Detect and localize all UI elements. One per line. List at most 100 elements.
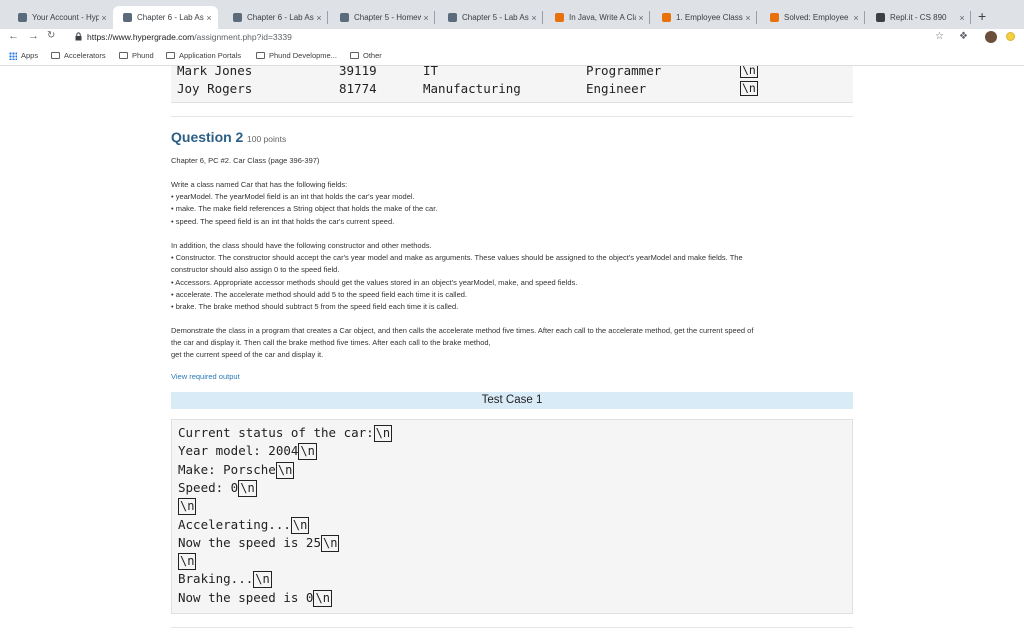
tab-title: In Java, Write A Cla [569,13,636,22]
newline-marker: \n [740,66,758,78]
bookmark-phund-developme[interactable]: Phund Developme... [256,51,337,60]
employee-department: IT [423,66,439,78]
browser-tab[interactable]: Solved: Employee C × [760,6,865,29]
address-bar[interactable]: https://www.hypergrade.com/assignment.ph… [87,32,292,42]
bookmark-other[interactable]: Other [350,51,382,60]
paragraph-line: • Accessors. Appropriate accessor method… [171,277,578,287]
browser-tab[interactable]: Chapter 6 - Lab As × [113,6,218,29]
output-line: Now the speed is 0 \n [178,589,332,607]
output-text: Current status of the car: [178,425,374,440]
tab-close-icon[interactable]: × [743,13,753,23]
bookmark-label: Phund Developme... [269,51,337,60]
tab-favicon-icon [876,13,885,22]
view-required-output-link[interactable]: View required output [171,372,240,381]
tab-close-icon[interactable]: × [851,13,861,23]
extension-badge-icon[interactable] [1006,32,1015,41]
browser-tab[interactable]: In Java, Write A Cla × [545,6,650,29]
tab-favicon-icon [123,13,132,22]
output-line: \n [178,498,197,516]
paragraph-line: • make. The make field references a Stri… [171,204,438,214]
tab-separator [542,11,543,24]
page-content: Mark Jones 39119 IT Programmer \n Joy Ro… [0,66,1024,640]
output-text: Braking... [178,571,254,587]
paragraph-line: constructor should also assign 0 to the … [171,265,340,275]
browser-tab[interactable]: Chapter 5 - Homew × [330,6,435,29]
tab-close-icon[interactable]: × [529,13,539,23]
url-host: https://www.hypergrade.com [87,32,195,42]
question-paragraph: In addition, the class should have the f… [171,240,853,313]
question-title: Question 2 [171,129,244,145]
tab-close-icon[interactable]: × [421,13,431,23]
paragraph-line: • yearModel. The yearModel field is an i… [171,192,415,202]
tab-close-icon[interactable]: × [957,13,967,23]
bookmark-phund[interactable]: Phund [119,51,154,60]
newline-marker: \n [178,553,197,571]
newline-marker: \n [740,81,758,96]
paragraph-line: get the current speed of the car and dis… [171,350,324,360]
lock-icon [75,32,82,41]
question-paragraph: Demonstrate the class in a program that … [171,325,853,362]
paragraph-line: In addition, the class should have the f… [171,241,432,250]
browser-tab[interactable]: 1. Employee Class \ × [652,6,757,29]
tab-title: Repl.it - CS 890 [890,13,947,22]
forward-icon[interactable]: → [28,30,39,42]
employee-position: Programmer [586,66,662,78]
output-text: Speed: 0 [178,479,239,495]
newline-marker: \n [313,589,332,607]
extension-icon[interactable]: ❖ [959,31,968,42]
section-divider [171,116,853,117]
tab-title: Chapter 6 - Lab As [247,13,314,22]
folder-icon [119,52,128,59]
bookmark-accelerators[interactable]: Accelerators [51,51,106,60]
browser-tab[interactable]: Repl.it - CS 890 × [866,6,971,29]
newline-marker: \n [373,425,393,442]
newline-marker: \n [298,443,317,461]
apps-grid-icon [9,51,17,60]
browser-tab[interactable]: Chapter 6 - Lab As × [223,6,328,29]
output-text: Accelerating... [178,516,291,532]
output-line: Now the speed is 25 \n [178,534,340,552]
paragraph-line: • Constructor. The constructor should ac… [171,253,743,263]
tab-strip: Your Account - Hyp × Chapter 6 - Lab As × Ch… [0,0,1024,29]
output-line: Accelerating... \n [178,516,310,534]
newline-marker: \n [321,534,340,552]
tab-favicon-icon [18,13,27,22]
paragraph-line: Write a class named Car that has the fol… [171,180,348,189]
test-case-output: Current status of the car: \n Year model: … [171,419,853,614]
folder-icon [350,52,359,59]
paragraph-line: • speed. The speed field is an int that … [171,216,395,226]
tab-separator [864,11,865,24]
question-subtitle: Chapter 6, PC #2. Car Class (page 396-39… [171,156,320,165]
tab-favicon-icon [233,13,242,22]
bookmark-apps[interactable]: Apps [9,51,38,60]
tab-separator [434,11,435,24]
reload-icon[interactable]: ↻ [47,30,55,41]
section-divider [171,627,853,628]
tab-close-icon[interactable]: × [99,13,109,23]
browser-tab[interactable]: Your Account - Hyp × [8,6,113,29]
output-text: Now the speed is 0 [178,589,314,605]
back-icon[interactable]: ← [8,30,19,42]
folder-icon [256,52,265,59]
output-text: Make: Porsche [178,461,276,477]
folder-icon [166,52,175,59]
bookmark-application-portals[interactable]: Application Portals [166,51,241,60]
output-line: Braking... \n [178,571,272,589]
employee-position: Engineer [586,81,647,96]
browser-tab[interactable]: Chapter 5 - Lab As × [438,6,543,29]
output-text: Now the speed is 25 [178,534,321,550]
profile-avatar[interactable] [985,31,997,43]
question-points: 100 points [247,134,287,144]
paragraph-line: Demonstrate the class in a program that … [171,326,754,335]
bookmark-star-icon[interactable]: ☆ [935,31,944,42]
output-line: Year model: 2004 \n [178,443,317,461]
tab-close-icon[interactable]: × [636,13,646,23]
tab-close-icon[interactable]: × [314,13,324,23]
tab-close-icon[interactable]: × [204,13,214,23]
question-paragraph: Write a class named Car that has the fol… [171,179,853,228]
newline-marker: \n [275,461,295,479]
output-line: Speed: 0 \n [178,479,257,497]
tab-favicon-icon [662,13,671,22]
tab-favicon-icon [448,13,457,22]
new-tab-button[interactable]: + [978,8,986,24]
